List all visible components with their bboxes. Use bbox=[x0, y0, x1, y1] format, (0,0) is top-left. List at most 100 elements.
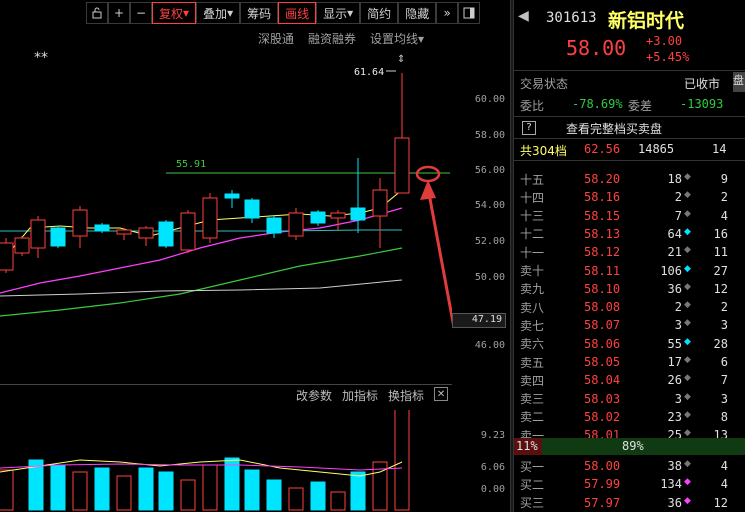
wb-label: 委比 bbox=[520, 99, 545, 113]
ask-price: 58.03 bbox=[584, 391, 621, 406]
candle-body bbox=[72, 209, 88, 237]
ask-volume: 7 bbox=[674, 208, 682, 223]
zoom-out-icon[interactable]: − bbox=[130, 2, 152, 24]
ask-count: 4 bbox=[720, 208, 728, 223]
ask-label: 卖三 bbox=[520, 392, 545, 407]
edit-params-link[interactable]: 改参数 bbox=[296, 387, 332, 404]
ask-row[interactable]: 卖二 58.02 23 ◆ 8 bbox=[514, 408, 745, 426]
add-indicator-link[interactable]: 加指标 bbox=[342, 387, 378, 404]
ask-row[interactable]: 卖四 58.04 26 ◆ 7 bbox=[514, 371, 745, 389]
ask-price: 58.13 bbox=[584, 226, 621, 241]
ask-volume: 106 bbox=[660, 263, 682, 278]
ask-price: 58.15 bbox=[584, 208, 621, 223]
ask-volume: 55 bbox=[667, 336, 682, 351]
ask-row[interactable]: 十一 58.12 21 ◆ 11 bbox=[514, 243, 745, 261]
chart-sublinks: 深股通 融资融券 设置均线▾ bbox=[258, 30, 424, 47]
total-levels-label: 共304档 bbox=[520, 144, 567, 158]
display-button[interactable]: 显示 ▾ bbox=[316, 2, 361, 24]
candle-body bbox=[224, 193, 240, 199]
ask-row[interactable]: 十四 58.16 2 ◆ 2 bbox=[514, 188, 745, 206]
bid-row[interactable]: 买三 57.97 36 ◆ 12 bbox=[514, 494, 745, 512]
ask-price: 58.02 bbox=[584, 409, 621, 424]
ask-count: 2 bbox=[720, 300, 728, 315]
full-book-link[interactable]: 查看完整档买卖盘 bbox=[566, 120, 662, 137]
ask-count: 12 bbox=[713, 281, 728, 296]
ask-price: 58.06 bbox=[584, 336, 621, 351]
lock-icon[interactable] bbox=[86, 2, 108, 24]
zoom-in-icon[interactable]: + bbox=[108, 2, 130, 24]
adjust-button[interactable]: 复权 ▾ bbox=[152, 2, 197, 24]
ask-volume: 2 bbox=[674, 300, 682, 315]
candle-body bbox=[50, 227, 66, 247]
bid-row[interactable]: 买一 58.00 38 ◆ 4 bbox=[514, 457, 745, 475]
ask-count: 3 bbox=[720, 391, 728, 406]
bid-price: 57.99 bbox=[584, 477, 621, 492]
stock-code: 301613 bbox=[546, 10, 597, 26]
volume-bar bbox=[224, 457, 240, 511]
volume-bar bbox=[266, 479, 282, 511]
close-icon[interactable]: ✕ bbox=[434, 387, 449, 401]
level-dot-icon: ◆ bbox=[684, 208, 691, 219]
ask-count: 7 bbox=[720, 373, 728, 388]
split-right: 89% bbox=[622, 439, 644, 453]
ask-row[interactable]: 十二 58.13 64 ◆ 16 bbox=[514, 225, 745, 243]
ask-label: 卖六 bbox=[520, 337, 545, 352]
ma-line-yellow bbox=[0, 189, 403, 264]
ask-row[interactable]: 十五 58.20 18 ◆ 9 bbox=[514, 170, 745, 188]
candle-body bbox=[138, 227, 154, 239]
help-icon[interactable]: ? bbox=[522, 121, 536, 135]
candlestick-chart[interactable]: ** 55.91 61.64 ⇕ bbox=[0, 48, 452, 382]
ask-row[interactable]: 卖六 58.06 55 ◆ 28 bbox=[514, 335, 745, 353]
ask-count: 16 bbox=[713, 226, 728, 241]
volume-chart[interactable] bbox=[0, 410, 452, 512]
y-tick: 50.00 bbox=[474, 272, 505, 283]
volume-bar bbox=[116, 475, 132, 511]
ask-volume: 23 bbox=[667, 409, 682, 424]
ask-row[interactable]: 十三 58.15 7 ◆ 4 bbox=[514, 207, 745, 225]
stock-change-pct: +5.45% bbox=[646, 50, 690, 64]
ask-volume: 2 bbox=[674, 190, 682, 205]
candle-body bbox=[394, 137, 410, 194]
hide-button[interactable]: 隐藏 bbox=[398, 2, 437, 24]
bid-volume: 134 bbox=[660, 477, 682, 492]
level-dot-icon: ◆ bbox=[684, 409, 691, 420]
quote-panel: ◀ 301613 新铝时代 58.00 +3.00 +5.45% 交易状态 已收… bbox=[514, 0, 745, 512]
ask-row[interactable]: 卖五 58.05 17 ◆ 6 bbox=[514, 353, 745, 371]
bid-count: 12 bbox=[713, 495, 728, 510]
margin-link[interactable]: 融资融券 bbox=[308, 30, 356, 47]
ma-settings-link[interactable]: 设置均线▾ bbox=[370, 30, 424, 47]
switch-indicator-link[interactable]: 换指标 bbox=[388, 387, 424, 404]
ask-volume: 3 bbox=[674, 391, 682, 406]
ask-row[interactable]: 卖八 58.08 2 ◆ 2 bbox=[514, 298, 745, 316]
simple-button[interactable]: 简约 bbox=[360, 2, 399, 24]
ask-count: 2 bbox=[720, 190, 728, 205]
back-icon[interactable]: ◀ bbox=[518, 8, 529, 24]
chart-separator bbox=[0, 384, 452, 385]
y-tick: 52.00 bbox=[474, 236, 505, 247]
candle-body bbox=[0, 242, 14, 271]
ask-row[interactable]: 卖三 58.03 3 ◆ 3 bbox=[514, 390, 745, 408]
annotation-arrow bbox=[426, 187, 452, 326]
ask-row[interactable]: 卖十 58.11 106 ◆ 27 bbox=[514, 262, 745, 280]
level-dot-icon: ◆ bbox=[684, 300, 691, 311]
chips-button[interactable]: 筹码 bbox=[240, 2, 279, 24]
bid-label: 买三 bbox=[520, 496, 545, 511]
ma-line-magenta bbox=[0, 207, 403, 294]
candle-body bbox=[14, 237, 30, 254]
wc-value: -13093 bbox=[680, 97, 724, 111]
panel-toggle-icon[interactable] bbox=[458, 2, 481, 24]
ask-label: 卖四 bbox=[520, 373, 545, 388]
ask-label: 卖九 bbox=[520, 282, 545, 297]
hk-connect-link[interactable]: 深股通 bbox=[258, 30, 294, 47]
bid-row[interactable]: 买二 57.99 134 ◆ 4 bbox=[514, 475, 745, 493]
ask-row[interactable]: 卖七 58.07 3 ◆ 3 bbox=[514, 316, 745, 334]
volume-bar bbox=[202, 464, 218, 511]
draw-line-button[interactable]: 画线 bbox=[278, 2, 317, 24]
volume-bar bbox=[158, 471, 174, 511]
side-tab[interactable]: 盘 bbox=[733, 72, 745, 92]
ask-label: 十五 bbox=[520, 172, 545, 187]
overlay-button[interactable]: 叠加 ▾ bbox=[196, 2, 241, 24]
level-dot-icon: ◆ bbox=[684, 245, 691, 256]
ask-row[interactable]: 卖九 58.10 36 ◆ 12 bbox=[514, 280, 745, 298]
more-icon[interactable]: » bbox=[436, 2, 459, 24]
